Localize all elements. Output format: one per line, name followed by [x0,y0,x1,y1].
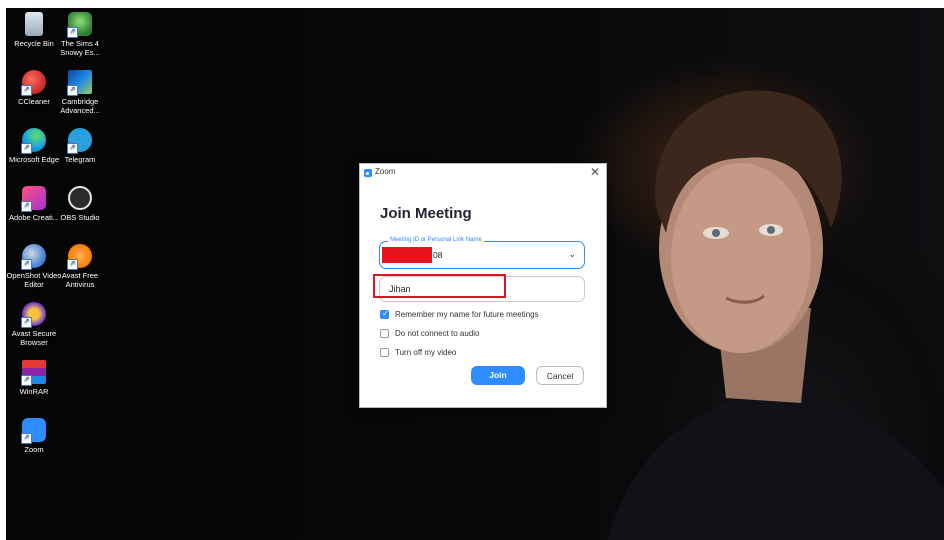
close-icon[interactable]: ✕ [590,165,600,179]
meeting-id-label: Meeting ID or Personal Link Name [388,237,484,243]
desktop-icon-label: Avast Free Antivirus [61,271,99,289]
zoom-logo-icon [364,169,372,177]
desktop-icon-cambridge[interactable]: ↗ Cambridge Advanced... [52,70,108,115]
shortcut-arrow-icon: ↗ [67,259,78,270]
checkbox-unchecked-icon[interactable] [380,348,389,357]
cancel-button[interactable]: Cancel [536,366,584,385]
avast-browser-icon: ↗ [21,302,46,328]
redaction-block [382,247,432,263]
edge-icon: ↗ [21,128,46,154]
checkbox-label: Remember my name for future meetings [395,310,539,319]
desktop-icon-label: Telegram [64,155,96,164]
sims-icon: ↗ [67,12,92,38]
shortcut-arrow-icon: ↗ [21,433,32,444]
join-meeting-dialog: Zoom ✕ Join Meeting Meeting ID or Person… [359,163,607,408]
join-button[interactable]: Join [471,366,525,385]
avast-icon: ↗ [67,244,92,270]
dialog-title: Zoom [375,167,396,176]
desktop-icon-zoom[interactable]: ↗ Zoom [6,418,62,454]
cambridge-icon: ↗ [67,70,92,96]
shortcut-arrow-icon: ↗ [21,259,32,270]
openshot-icon: ↗ [21,244,46,270]
meeting-id-combobox[interactable]: Meeting ID or Personal Link Name 08 ⌄ [379,237,585,269]
dialog-titlebar[interactable]: Zoom ✕ [360,164,606,182]
desktop-icon-sims[interactable]: ↗ The Sims 4 Snowy Es... [52,12,108,57]
shortcut-arrow-icon: ↗ [21,143,32,154]
desktop-icon-avast[interactable]: ↗ Avast Free Antivirus [52,244,108,289]
page-title: Join Meeting [380,205,472,222]
annotation-highlight-box [373,274,506,298]
desktop-icon-label: The Sims 4 Snowy Es... [60,39,100,57]
desktop-icon-label: Cambridge Advanced... [60,97,100,115]
chevron-down-icon[interactable]: ⌄ [568,249,576,260]
desktop-icon-obs[interactable]: OBS Studio [52,186,108,222]
checkbox-unchecked-icon[interactable] [380,329,389,338]
winrar-icon: ↗ [21,360,46,386]
desktop-icon-telegram[interactable]: ↗ Telegram [52,128,108,164]
zoom-icon: ↗ [21,418,46,444]
obs-icon [68,186,92,210]
shortcut-arrow-icon: ↗ [21,85,32,96]
desktop-icon-label: WinRAR [19,387,49,396]
checkbox-checked-icon[interactable] [380,309,389,319]
meeting-id-value: 08 [433,250,443,260]
checkbox-label: Do not connect to audio [395,329,480,338]
shortcut-arrow-icon: ↗ [21,317,32,328]
desktop-icon-label: Recycle Bin [14,39,54,48]
wallpaper-portrait [608,90,944,540]
shortcut-arrow-icon: ↗ [21,375,32,386]
telegram-icon: ↗ [67,128,92,154]
desktop-icon-label: CCleaner [18,97,50,106]
adobe-cc-icon: ↗ [21,186,46,212]
ccleaner-icon: ↗ [21,70,46,96]
checkbox-label: Turn off my video [395,348,457,357]
desktop-icon-label: Zoom [24,445,44,454]
shortcut-arrow-icon: ↗ [67,143,78,154]
shortcut-arrow-icon: ↗ [21,201,32,212]
desktop-icon-winrar[interactable]: ↗ WinRAR [6,360,62,396]
recycle-bin-icon [25,12,43,36]
shortcut-arrow-icon: ↗ [67,85,78,96]
desktop-icon-avast-browser[interactable]: ↗ Avast Secure Browser [6,302,62,347]
shortcut-arrow-icon: ↗ [67,27,78,38]
desktop-icon-label: Avast Secure Browser [11,329,57,347]
desktop-icon-label: OBS Studio [60,213,100,222]
